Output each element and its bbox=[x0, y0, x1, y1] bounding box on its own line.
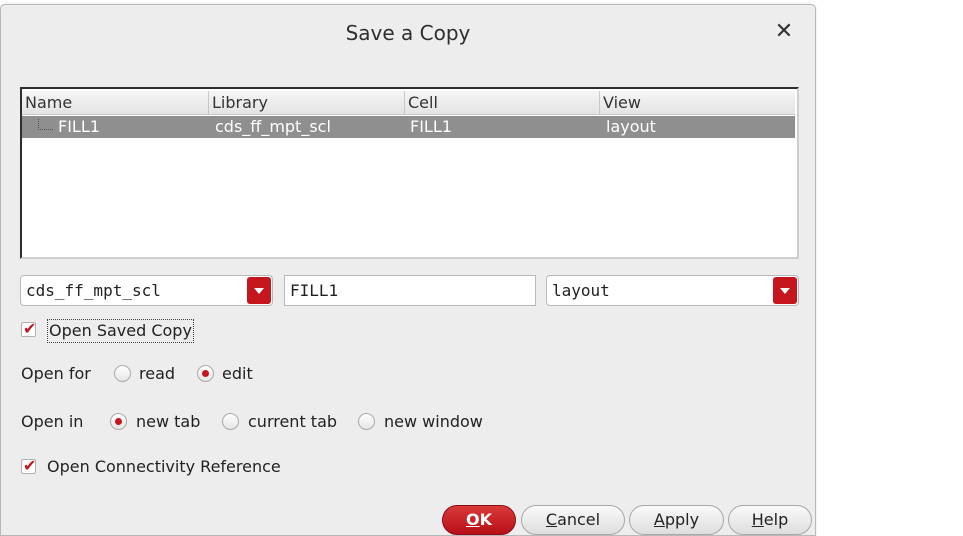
row-view: layout bbox=[606, 117, 656, 136]
ok-button[interactable]: OK bbox=[442, 505, 516, 535]
radio-read[interactable] bbox=[114, 365, 131, 382]
column-header-cell[interactable]: Cell bbox=[405, 91, 600, 114]
row-cell: FILL1 bbox=[410, 117, 452, 136]
help-button[interactable]: Help bbox=[728, 505, 812, 535]
apply-label-rest: pply bbox=[664, 510, 700, 529]
chevron-down-icon[interactable] bbox=[247, 277, 271, 304]
radio-current-tab-label[interactable]: current tab bbox=[248, 410, 337, 434]
checkmark-icon: ✔ bbox=[23, 456, 37, 475]
ok-mnemonic: O bbox=[465, 510, 480, 529]
checkmark-icon: ✔ bbox=[23, 319, 37, 338]
close-icon[interactable]: ✕ bbox=[771, 19, 797, 45]
radio-read-label[interactable]: read bbox=[139, 362, 175, 386]
radio-current-tab[interactable] bbox=[222, 413, 239, 430]
column-header-name[interactable]: Name bbox=[22, 91, 209, 114]
cell-name-input[interactable]: FILL1 bbox=[284, 275, 536, 306]
library-combo[interactable]: cds_ff_mpt_scl bbox=[20, 275, 273, 306]
save-a-copy-dialog: Save a Copy ✕ Name Library Cell View FIL… bbox=[0, 4, 816, 536]
radio-new-window-label[interactable]: new window bbox=[384, 410, 483, 434]
title-bar[interactable]: Save a Copy ✕ bbox=[1, 5, 815, 63]
open-saved-copy-checkbox[interactable]: ✔ bbox=[21, 319, 37, 338]
view-combo-value: layout bbox=[552, 281, 610, 300]
cellview-tree[interactable]: Name Library Cell View FILL1 cds_ff_mpt_… bbox=[20, 87, 799, 259]
tree-header: Name Library Cell View bbox=[22, 91, 795, 115]
radio-new-tab-label[interactable]: new tab bbox=[136, 410, 200, 434]
radio-new-tab[interactable] bbox=[110, 413, 127, 430]
radio-new-window[interactable] bbox=[358, 413, 375, 430]
dialog-title: Save a Copy bbox=[345, 21, 471, 45]
apply-button[interactable]: Apply bbox=[629, 505, 724, 535]
open-saved-copy-label[interactable]: Open Saved Copy bbox=[47, 319, 194, 343]
cancel-mnemonic: C bbox=[545, 510, 558, 529]
tree-branch-line bbox=[38, 119, 53, 130]
column-header-library[interactable]: Library bbox=[209, 91, 405, 114]
ok-label-rest: K bbox=[479, 510, 492, 529]
row-library: cds_ff_mpt_scl bbox=[215, 117, 331, 136]
cancel-label-rest: ancel bbox=[557, 510, 601, 529]
open-connectivity-reference-checkbox[interactable]: ✔ bbox=[21, 456, 37, 475]
open-for-label: Open for bbox=[21, 364, 91, 383]
table-row[interactable]: FILL1 cds_ff_mpt_scl FILL1 layout bbox=[22, 116, 795, 138]
open-in-label: Open in bbox=[21, 412, 84, 431]
radio-edit-label[interactable]: edit bbox=[222, 362, 253, 386]
help-label-rest: elp bbox=[763, 510, 789, 529]
column-header-view[interactable]: View bbox=[600, 91, 795, 114]
view-combo[interactable]: layout bbox=[546, 275, 799, 306]
cancel-button[interactable]: Cancel bbox=[521, 505, 625, 535]
library-combo-value: cds_ff_mpt_scl bbox=[26, 281, 161, 300]
chevron-down-icon[interactable] bbox=[773, 277, 797, 304]
row-name: FILL1 bbox=[58, 117, 100, 136]
radio-edit[interactable] bbox=[197, 365, 214, 382]
open-connectivity-reference-label[interactable]: Open Connectivity Reference bbox=[47, 456, 281, 478]
apply-mnemonic: A bbox=[653, 510, 665, 529]
help-mnemonic: H bbox=[751, 510, 764, 529]
